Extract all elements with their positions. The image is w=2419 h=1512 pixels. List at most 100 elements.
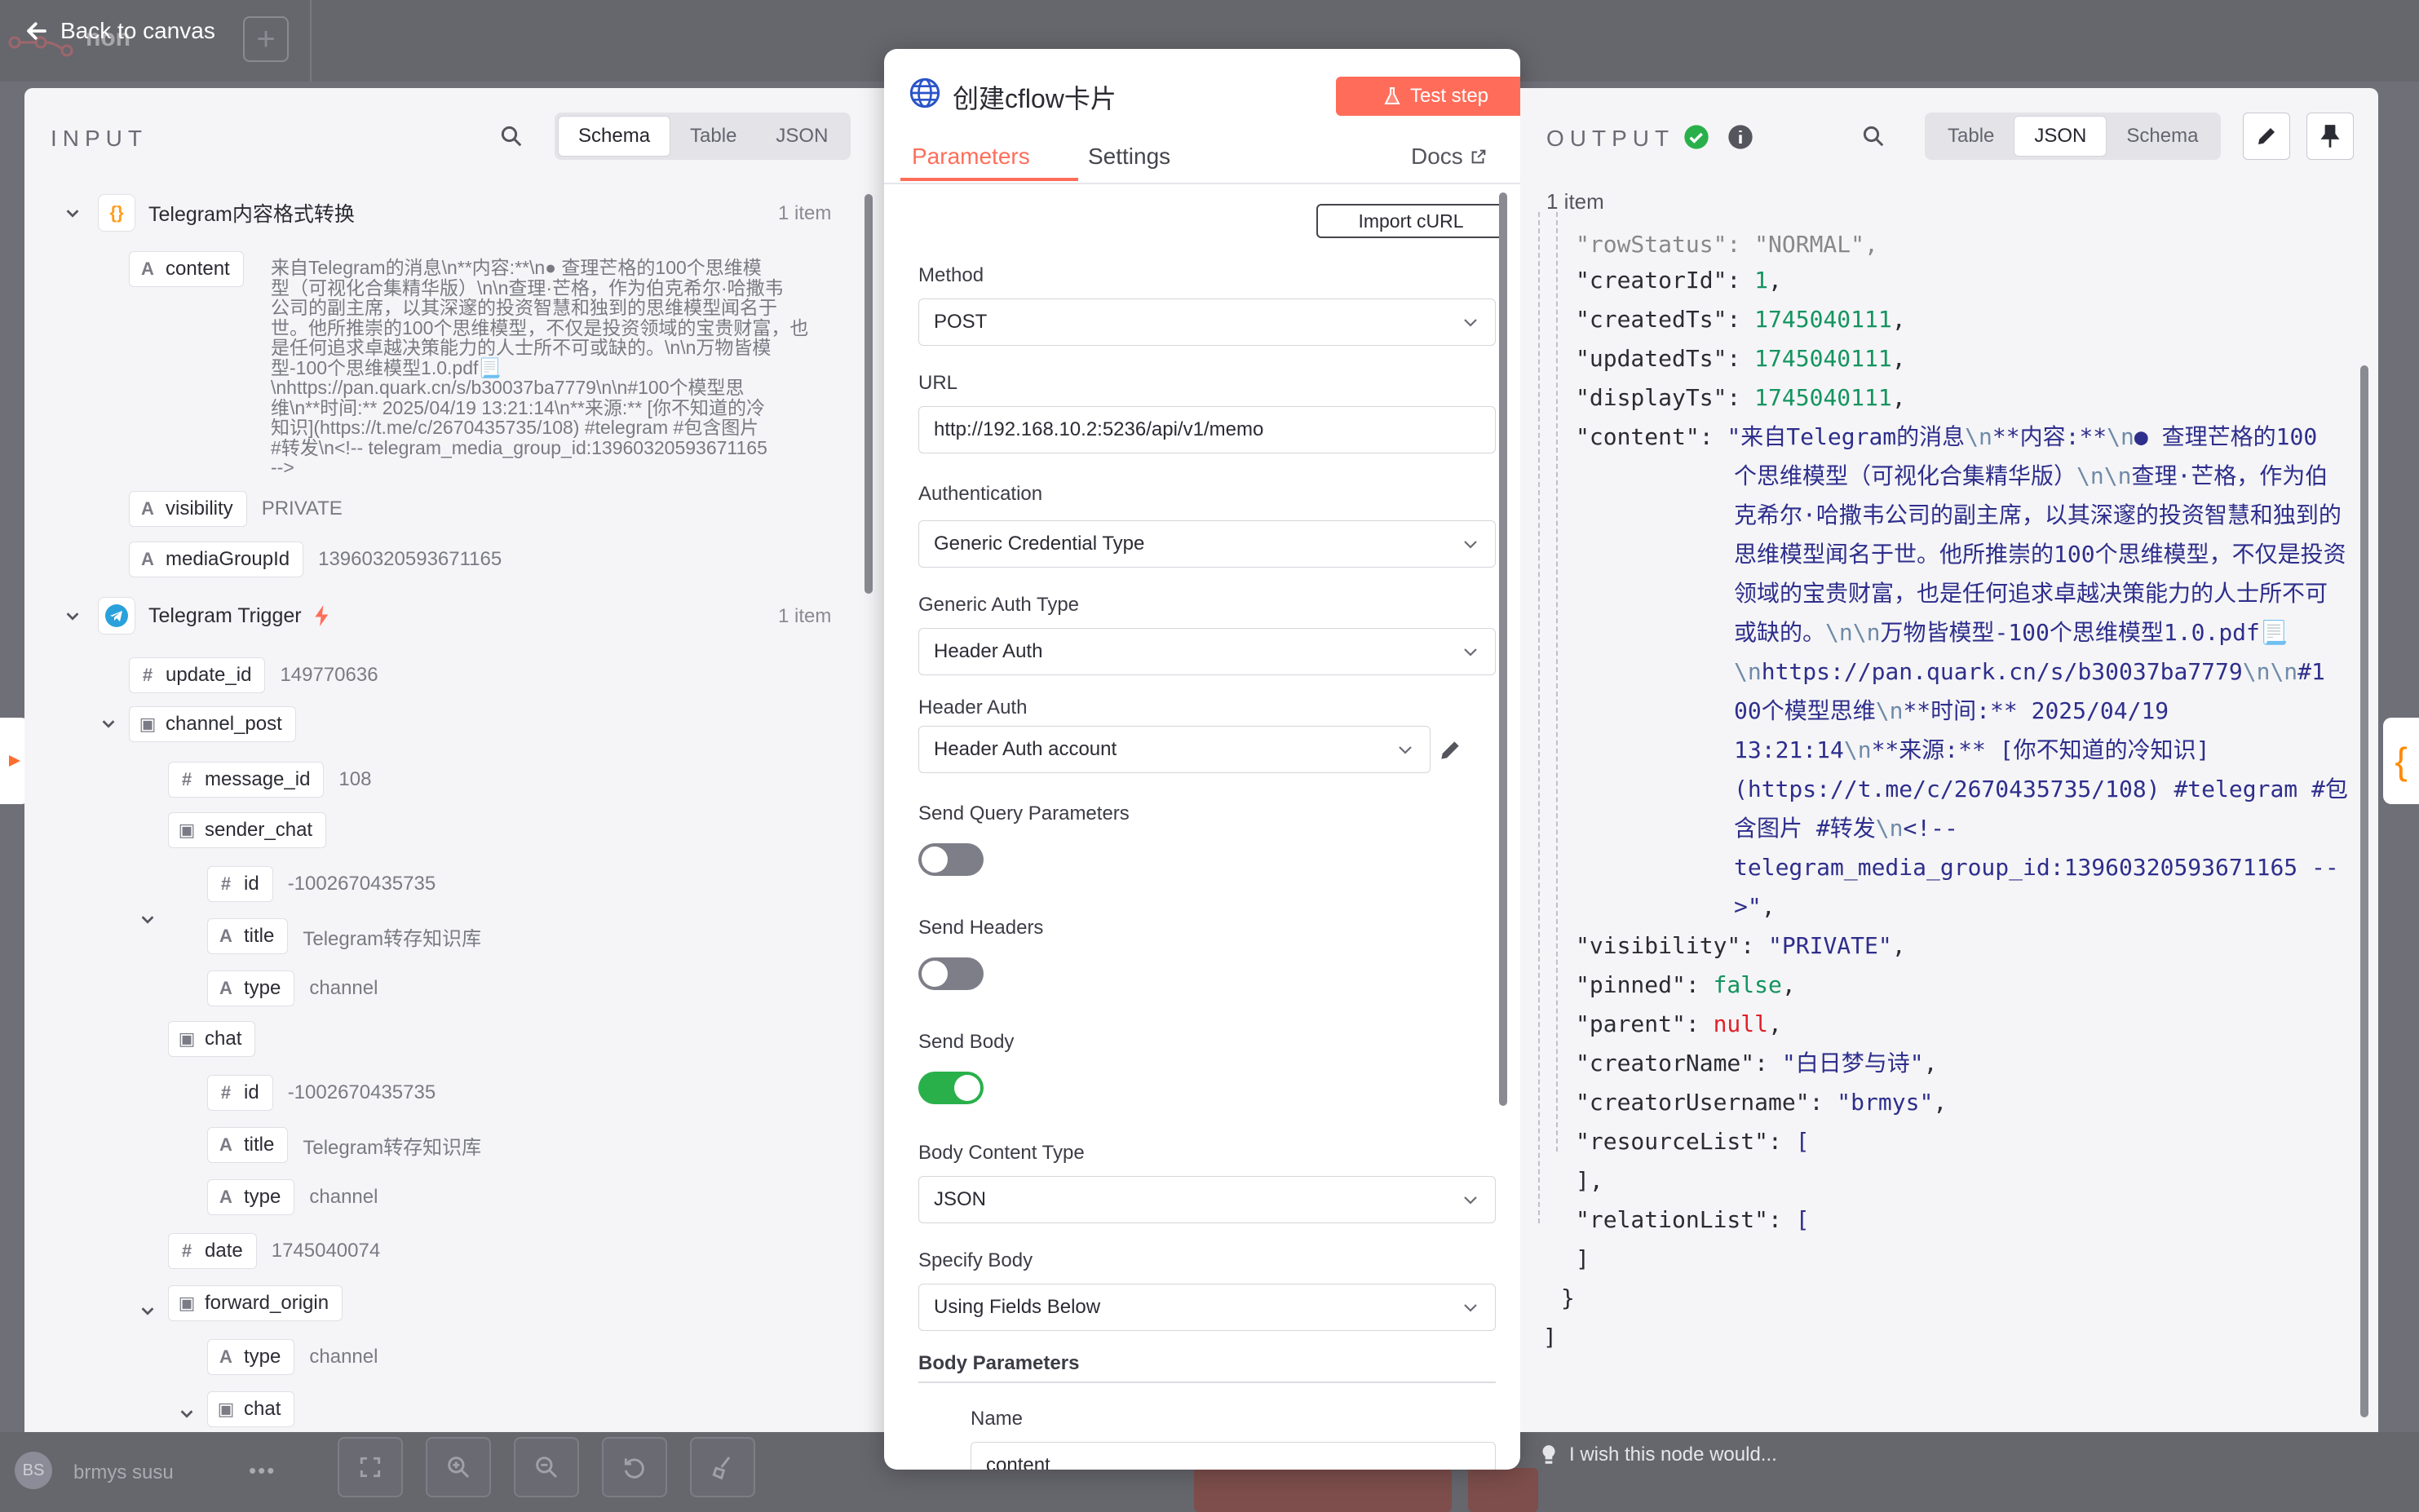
tab-json[interactable]: JSON bbox=[2014, 116, 2107, 157]
input-search-button[interactable] bbox=[499, 124, 524, 153]
fit-view-button[interactable] bbox=[338, 1437, 403, 1497]
tab-table[interactable]: Table bbox=[1928, 116, 2014, 157]
tidy-up-button[interactable] bbox=[690, 1437, 755, 1497]
object-type-icon: ▣ bbox=[178, 1028, 196, 1049]
send-query-toggle[interactable] bbox=[918, 843, 984, 876]
delete-button[interactable] bbox=[1468, 1468, 1538, 1512]
specify-body-select[interactable]: Using Fields Below bbox=[918, 1284, 1496, 1331]
check-circle-icon bbox=[1684, 125, 1709, 149]
chevron-down-icon[interactable] bbox=[178, 1404, 196, 1422]
node-title[interactable]: 创建cflow卡片 bbox=[953, 78, 1117, 116]
input-scrollbar[interactable] bbox=[865, 194, 873, 594]
number-type-icon: # bbox=[181, 769, 192, 789]
docs-label: Docs bbox=[1411, 144, 1463, 169]
field-key: message_id bbox=[205, 768, 311, 790]
tab-table[interactable]: Table bbox=[670, 116, 756, 157]
json-line: "updatedTs": 1745040111, bbox=[1576, 345, 1906, 372]
input-node-header[interactable]: {} Telegram内容格式转换 bbox=[98, 194, 355, 232]
info-icon[interactable] bbox=[1727, 124, 1753, 150]
field-value: 149770636 bbox=[280, 664, 378, 686]
zoom-out-button[interactable] bbox=[514, 1437, 579, 1497]
chevron-down-icon[interactable] bbox=[100, 714, 117, 732]
zoom-in-button[interactable] bbox=[426, 1437, 491, 1497]
field-key: content bbox=[166, 258, 230, 280]
feedback-text: I wish this node would... bbox=[1569, 1443, 1777, 1466]
chevron-down-icon[interactable] bbox=[139, 1302, 157, 1320]
more-options-button[interactable]: ••• bbox=[249, 1458, 276, 1483]
json-line: 个思维模型（可视化合集精华版）\n\n查理·芒格，作为伯 bbox=[1734, 462, 2328, 489]
test-step-button[interactable]: Test step bbox=[1336, 77, 1520, 116]
back-to-canvas-button[interactable]: Back to canvas bbox=[24, 15, 215, 47]
node-panel-scrollbar[interactable] bbox=[1499, 192, 1507, 1106]
json-line: telegram_media_group_id:1396032059367116… bbox=[1734, 854, 2339, 881]
field-key: chat bbox=[244, 1398, 281, 1420]
edit-output-button[interactable] bbox=[2243, 113, 2290, 160]
reset-zoom-button[interactable] bbox=[602, 1437, 667, 1497]
avatar[interactable]: BS bbox=[15, 1452, 52, 1489]
url-value: http://192.168.10.2:5236/api/v1/memo bbox=[934, 418, 1264, 440]
field-key: sender_chat bbox=[205, 819, 313, 841]
string-type-icon: A bbox=[219, 1187, 232, 1207]
send-headers-label: Send Headers bbox=[918, 917, 1044, 939]
number-type-icon: # bbox=[220, 873, 232, 894]
output-search-button[interactable] bbox=[1861, 124, 1886, 153]
send-headers-toggle[interactable] bbox=[918, 957, 984, 990]
import-curl-button[interactable]: Import cURL bbox=[1316, 204, 1506, 238]
param-name-input[interactable]: content bbox=[971, 1442, 1496, 1470]
json-line: "creatorId": 1, bbox=[1576, 267, 1782, 294]
chevron-down-icon[interactable] bbox=[64, 204, 82, 222]
schema-field: Avisibility PRIVATE bbox=[129, 491, 343, 527]
docs-link[interactable]: Docs bbox=[1411, 144, 1488, 170]
json-line: (https://t.me/c/2670435735/108) #telegra… bbox=[1734, 776, 2348, 802]
pencil-icon[interactable] bbox=[1437, 737, 1463, 763]
method-select[interactable]: POST bbox=[918, 298, 1496, 346]
chevron-down-icon[interactable] bbox=[64, 607, 82, 625]
json-line: 思维模型闻名于世。他所推崇的100个思维模型，不仅是投资 bbox=[1734, 541, 2346, 568]
content-line: 型（可视化合集精华版）\n\n查理·芒格，作为伯克希尔·哈撒韦 bbox=[271, 276, 784, 298]
field-value: -1002670435735 bbox=[287, 1081, 436, 1103]
string-type-icon: A bbox=[219, 926, 232, 946]
output-scrollbar[interactable] bbox=[2360, 365, 2368, 1417]
field-value: Telegram转存知识库 bbox=[303, 927, 482, 950]
output-node-handle[interactable]: { bbox=[2383, 718, 2419, 804]
tab-parameters[interactable]: Parameters bbox=[912, 144, 1030, 170]
output-title: OUTPUT bbox=[1546, 126, 1675, 151]
method-label: Method bbox=[918, 264, 984, 286]
tab-settings[interactable]: Settings bbox=[1088, 144, 1170, 170]
json-line: 00个模型思维\n**时间:** 2025/04/19 bbox=[1734, 697, 2169, 724]
feedback-link[interactable]: I wish this node would... bbox=[1540, 1440, 1777, 1470]
tab-schema[interactable]: Schema bbox=[2107, 116, 2218, 157]
field-key: visibility bbox=[166, 497, 233, 519]
schema-field: ▣ chat bbox=[168, 1021, 256, 1057]
content-line: \nhttps://pan.quark.cn/s/b30037ba7779\n\… bbox=[271, 377, 745, 398]
tab-json[interactable]: JSON bbox=[756, 116, 847, 157]
zoom-out-icon bbox=[536, 1457, 558, 1479]
body-content-type-label: Body Content Type bbox=[918, 1142, 1085, 1164]
send-body-toggle[interactable] bbox=[918, 1072, 984, 1104]
chevron-down-icon[interactable] bbox=[139, 910, 157, 928]
braces-icon: { bbox=[2395, 740, 2408, 782]
url-input[interactable]: http://192.168.10.2:5236/api/v1/memo bbox=[918, 406, 1496, 453]
content-line: 型-100个思维模型1.0.pdf📃 bbox=[271, 356, 502, 378]
field-value: channel bbox=[309, 1186, 378, 1208]
add-tab-button[interactable]: + bbox=[243, 16, 289, 62]
authentication-select[interactable]: Generic Credential Type bbox=[918, 520, 1496, 568]
schema-field: ▣ channel_post bbox=[129, 706, 296, 742]
zoom-in-icon bbox=[448, 1457, 470, 1479]
tab-schema[interactable]: Schema bbox=[558, 116, 671, 157]
field-key: forward_origin bbox=[205, 1292, 329, 1314]
schema-field: # update_id 149770636 bbox=[129, 657, 378, 693]
pencil-icon bbox=[2258, 128, 2275, 144]
string-type-icon: A bbox=[219, 1346, 232, 1367]
search-icon bbox=[501, 126, 522, 147]
globe-icon bbox=[909, 77, 940, 108]
input-view-switcher: Schema Table JSON bbox=[555, 113, 851, 160]
header-auth-select[interactable]: Header Auth account bbox=[918, 726, 1431, 773]
json-line: "pinned": false, bbox=[1576, 971, 1796, 998]
body-content-type-select[interactable]: JSON bbox=[918, 1176, 1496, 1223]
json-line: "parent": null, bbox=[1576, 1010, 1782, 1037]
generic-auth-type-select[interactable]: Header Auth bbox=[918, 628, 1496, 675]
pin-data-button[interactable] bbox=[2306, 113, 2354, 160]
execute-workflow-button[interactable] bbox=[1194, 1468, 1452, 1512]
input-node-header[interactable]: Telegram Trigger bbox=[98, 597, 329, 634]
